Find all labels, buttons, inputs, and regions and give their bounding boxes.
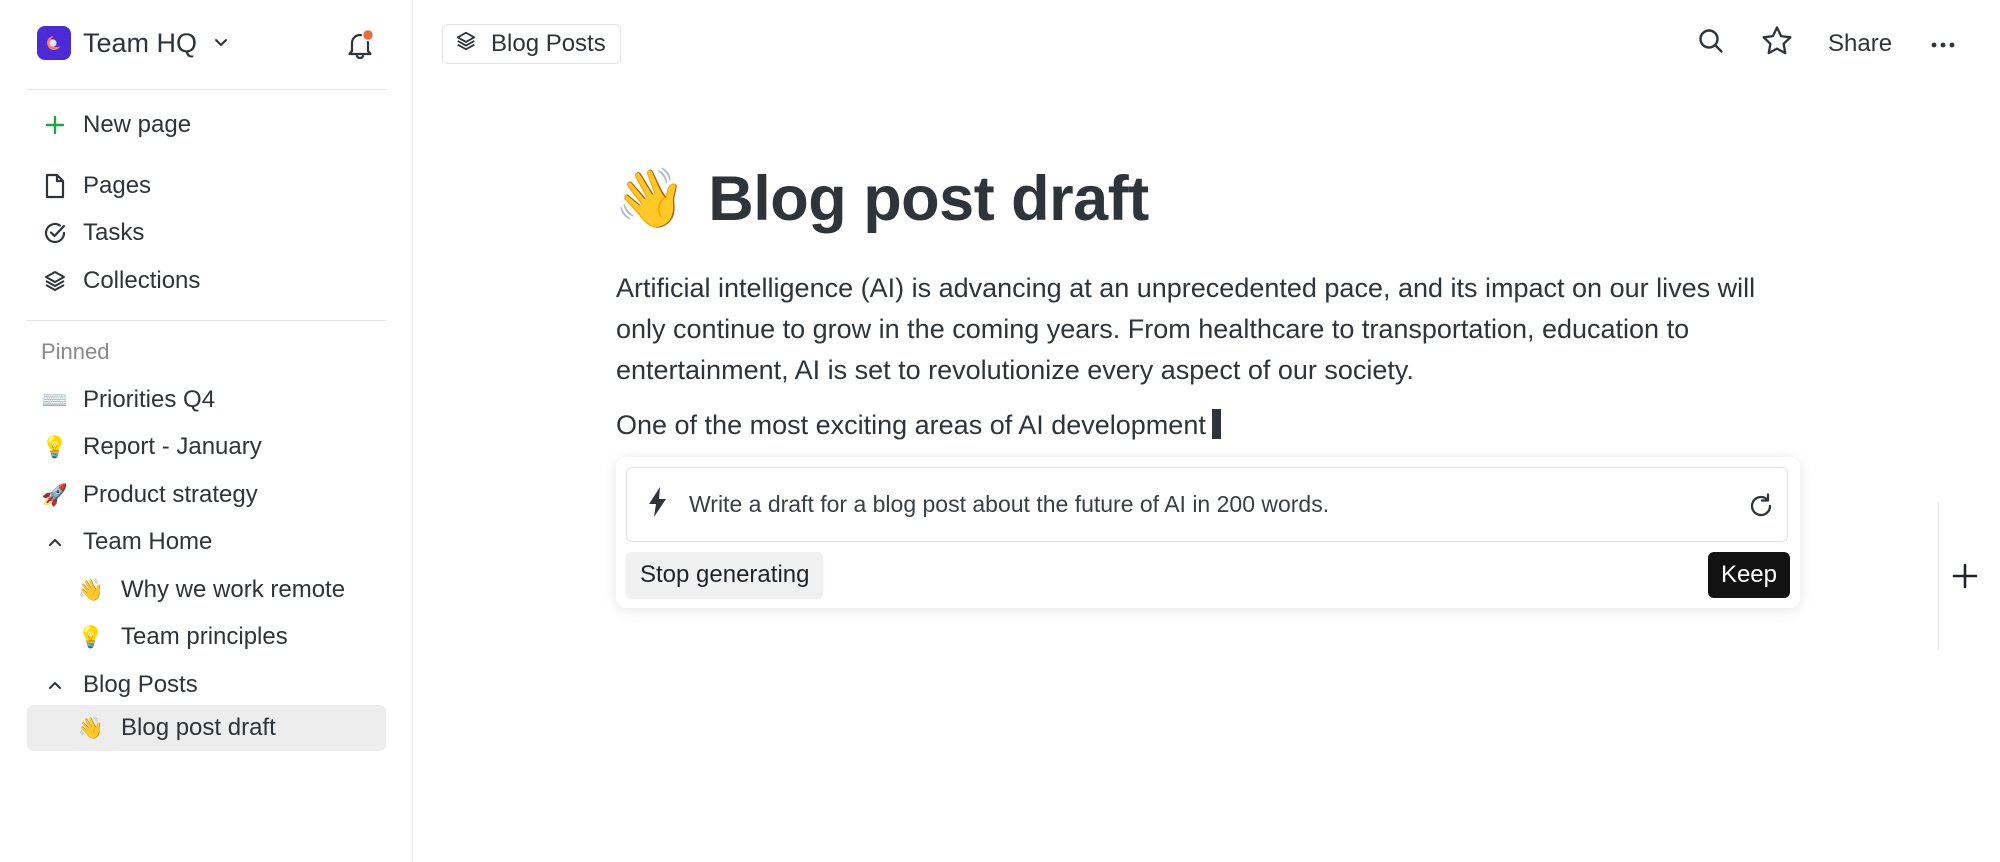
sidebar-item-tasks[interactable]: Tasks bbox=[27, 210, 386, 256]
workspace-name: Team HQ bbox=[83, 27, 198, 58]
lightning-bolt-icon bbox=[647, 486, 669, 523]
stop-generating-button[interactable]: Stop generating bbox=[626, 552, 824, 598]
layers-icon bbox=[41, 269, 69, 293]
sidebar-item-priorities-q4[interactable]: ⌨️ Priorities Q4 bbox=[27, 377, 386, 423]
task-check-icon bbox=[41, 221, 69, 245]
keep-button[interactable]: Keep bbox=[1707, 552, 1790, 598]
refresh-icon[interactable] bbox=[1747, 492, 1775, 525]
star-icon[interactable] bbox=[1760, 24, 1794, 63]
sidebar-divider bbox=[27, 89, 386, 90]
sidebar-item-label: Tasks bbox=[83, 219, 145, 246]
notifications-bell-icon[interactable] bbox=[345, 28, 375, 66]
sidebar-item-label: Team Home bbox=[83, 528, 213, 555]
ai-prompt-text: Write a draft for a blog post about the … bbox=[689, 491, 1330, 517]
pinned-heading: Pinned bbox=[41, 339, 110, 364]
lightbulb-icon: 💡 bbox=[77, 625, 105, 649]
more-options-icon[interactable] bbox=[1930, 32, 1956, 63]
chevron-up-icon[interactable] bbox=[41, 677, 69, 693]
sidebar-item-label: Product strategy bbox=[83, 481, 258, 508]
sidebar-item-label: Report - January bbox=[83, 433, 262, 460]
new-page-label: New page bbox=[83, 111, 192, 138]
page-title[interactable]: Blog post draft bbox=[708, 163, 1149, 235]
lightbulb-icon: 💡 bbox=[41, 435, 69, 459]
keyboard-icon: ⌨️ bbox=[41, 388, 69, 412]
ai-assistant-panel: Write a draft for a blog post about the … bbox=[616, 457, 1800, 608]
waving-hand-icon[interactable]: 👋 bbox=[614, 170, 686, 228]
sidebar: Team HQ New page Pages Tasks Collections… bbox=[0, 0, 413, 862]
page-title-row: 👋 Blog post draft bbox=[614, 163, 1149, 235]
chevron-down-icon bbox=[213, 34, 229, 55]
sidebar-item-collections[interactable]: Collections bbox=[27, 258, 386, 304]
breadcrumb[interactable]: Blog Posts bbox=[442, 24, 621, 64]
add-block-plus-icon[interactable] bbox=[1952, 563, 1978, 594]
sidebar-item-why-we-work-remote[interactable]: 👋 Why we work remote bbox=[27, 567, 386, 613]
paragraph[interactable]: Artificial intelligence (AI) is advancin… bbox=[616, 268, 1796, 391]
workspace-switcher[interactable]: Team HQ bbox=[37, 26, 229, 60]
ai-prompt-field[interactable]: Write a draft for a blog post about the … bbox=[626, 467, 1788, 542]
sidebar-item-blog-post-draft[interactable]: 👋 Blog post draft bbox=[27, 705, 386, 751]
sidebar-item-product-strategy[interactable]: 🚀 Product strategy bbox=[27, 472, 386, 518]
workspace-logo-icon bbox=[47, 35, 63, 50]
waving-hand-icon: 👋 bbox=[77, 716, 105, 740]
new-page-button[interactable]: New page bbox=[27, 102, 386, 148]
layers-icon bbox=[455, 30, 477, 59]
sidebar-item-team-home[interactable]: Team Home bbox=[27, 519, 386, 565]
waving-hand-icon: 👋 bbox=[77, 578, 105, 602]
sidebar-item-team-principles[interactable]: 💡 Team principles bbox=[27, 614, 386, 660]
sidebar-item-label: Blog post draft bbox=[121, 714, 276, 741]
plus-icon bbox=[41, 114, 69, 136]
sidebar-divider bbox=[27, 320, 386, 321]
sidebar-item-label: Collections bbox=[83, 267, 201, 294]
search-icon[interactable] bbox=[1696, 26, 1726, 61]
sidebar-item-blog-posts[interactable]: Blog Posts bbox=[27, 662, 386, 708]
rocket-icon: 🚀 bbox=[41, 483, 69, 507]
text-cursor bbox=[1211, 409, 1221, 439]
sidebar-item-pages[interactable]: Pages bbox=[27, 163, 386, 209]
chevron-up-icon[interactable] bbox=[41, 534, 69, 550]
paragraph-current[interactable]: One of the most exciting areas of AI dev… bbox=[616, 405, 1221, 446]
sidebar-item-label: Pages bbox=[83, 172, 152, 199]
sidebar-item-label: Priorities Q4 bbox=[83, 386, 216, 413]
paragraph-text: One of the most exciting areas of AI dev… bbox=[616, 410, 1206, 440]
sidebar-item-label: Team principles bbox=[121, 623, 288, 650]
sidebar-item-label: Blog Posts bbox=[83, 671, 198, 698]
breadcrumb-label: Blog Posts bbox=[491, 30, 606, 57]
sidebar-item-report-january[interactable]: 💡 Report - January bbox=[27, 424, 386, 470]
right-edge-divider bbox=[1938, 502, 1939, 650]
sidebar-item-label: Why we work remote bbox=[121, 576, 346, 603]
page-icon bbox=[41, 173, 69, 199]
workspace-logo bbox=[37, 26, 71, 60]
share-button[interactable]: Share bbox=[1828, 30, 1892, 58]
